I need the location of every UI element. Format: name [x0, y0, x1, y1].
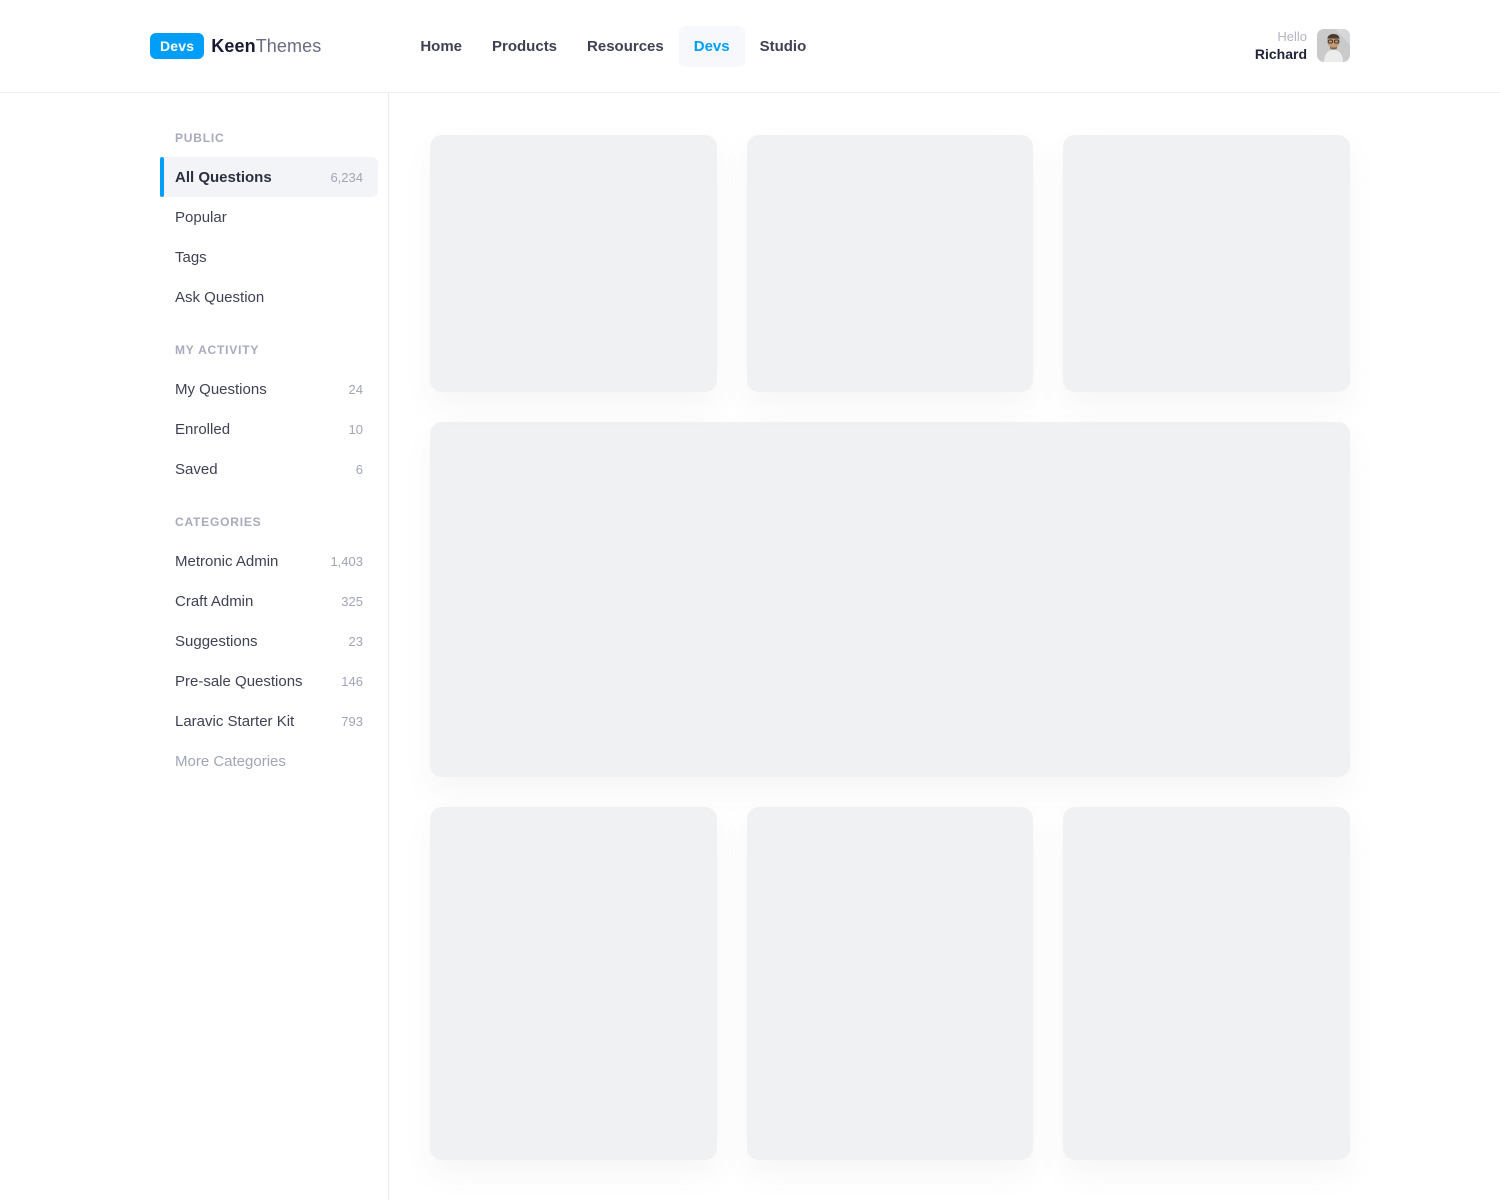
user-name: Richard	[1255, 46, 1307, 63]
sidebar-item-label: Popular	[175, 209, 227, 226]
nav-item-studio[interactable]: Studio	[745, 26, 822, 67]
nav-item-home[interactable]: Home	[405, 26, 477, 67]
sidebar-item-label: Pre-sale Questions	[175, 673, 303, 690]
sidebar-item-pre-sale-questions[interactable]: Pre-sale Questions 146	[160, 661, 378, 701]
sidebar-item-count: 146	[341, 674, 363, 689]
sidebar-item-my-questions[interactable]: My Questions 24	[160, 369, 378, 409]
sidebar-item-label: More Categories	[175, 753, 286, 770]
sidebar-item-label: All Questions	[175, 169, 272, 186]
sidebar-item-more-categories[interactable]: More Categories	[160, 741, 378, 781]
sidebar-item-label: Laravic Starter Kit	[175, 713, 294, 730]
placeholder-card	[430, 135, 717, 392]
sidebar-item-count: 6,234	[330, 170, 363, 185]
sidebar: PUBLIC All Questions 6,234 Popular Tags …	[160, 93, 389, 1200]
sidebar-item-count: 6	[356, 462, 363, 477]
user-avatar[interactable]	[1317, 29, 1350, 62]
placeholder-card-featured	[430, 422, 1350, 777]
sidebar-item-label: Metronic Admin	[175, 553, 278, 570]
main-content	[389, 93, 1500, 1200]
sidebar-section-my-activity: MY ACTIVITY My Questions 24 Enrolled 10 …	[160, 343, 388, 489]
sidebar-item-count: 23	[349, 634, 363, 649]
placeholder-card	[430, 807, 717, 1160]
placeholder-row-bottom	[430, 807, 1350, 1160]
sidebar-section-title: CATEGORIES	[160, 515, 378, 529]
sidebar-item-label: My Questions	[175, 381, 267, 398]
devs-logo-badge: Devs	[150, 33, 204, 59]
page-layout: PUBLIC All Questions 6,234 Popular Tags …	[0, 93, 1500, 1200]
sidebar-section-title: PUBLIC	[160, 131, 378, 145]
sidebar-item-saved[interactable]: Saved 6	[160, 449, 378, 489]
placeholder-card	[747, 135, 1034, 392]
brand-text-light: Themes	[256, 36, 322, 56]
sidebar-section-title: MY ACTIVITY	[160, 343, 378, 357]
nav-item-devs[interactable]: Devs	[679, 26, 745, 67]
sidebar-item-label: Ask Question	[175, 289, 264, 306]
sidebar-item-popular[interactable]: Popular	[160, 197, 378, 237]
sidebar-item-metronic-admin[interactable]: Metronic Admin 1,403	[160, 541, 378, 581]
placeholder-card	[1063, 807, 1350, 1160]
sidebar-item-count: 10	[349, 422, 363, 437]
sidebar-item-ask-question[interactable]: Ask Question	[160, 277, 378, 317]
user-menu[interactable]: Hello Richard	[1255, 29, 1350, 63]
sidebar-item-label: Craft Admin	[175, 593, 253, 610]
nav-item-products[interactable]: Products	[477, 26, 572, 67]
sidebar-section-categories: CATEGORIES Metronic Admin 1,403 Craft Ad…	[160, 515, 388, 781]
brand-logo[interactable]: Devs KeenThemes	[150, 33, 321, 59]
sidebar-item-count: 24	[349, 382, 363, 397]
user-greeting: Hello	[1255, 29, 1307, 45]
sidebar-item-label: Saved	[175, 461, 218, 478]
main-nav: Home Products Resources Devs Studio	[405, 26, 821, 67]
sidebar-item-craft-admin[interactable]: Craft Admin 325	[160, 581, 378, 621]
sidebar-item-count: 325	[341, 594, 363, 609]
sidebar-section-public: PUBLIC All Questions 6,234 Popular Tags …	[160, 131, 388, 317]
sidebar-item-tags[interactable]: Tags	[160, 237, 378, 277]
user-text: Hello Richard	[1255, 29, 1307, 63]
sidebar-item-laravic-starter-kit[interactable]: Laravic Starter Kit 793	[160, 701, 378, 741]
sidebar-item-all-questions[interactable]: All Questions 6,234	[160, 157, 378, 197]
sidebar-item-label: Enrolled	[175, 421, 230, 438]
sidebar-item-count: 793	[341, 714, 363, 729]
brand-text-bold: Keen	[211, 36, 255, 56]
sidebar-item-count: 1,403	[330, 554, 363, 569]
sidebar-item-enrolled[interactable]: Enrolled 10	[160, 409, 378, 449]
sidebar-item-label: Tags	[175, 249, 207, 266]
top-header: Devs KeenThemes Home Products Resources …	[0, 0, 1500, 93]
placeholder-row-top	[430, 135, 1350, 392]
brand-text: KeenThemes	[211, 36, 321, 57]
nav-item-resources[interactable]: Resources	[572, 26, 679, 67]
sidebar-item-label: Suggestions	[175, 633, 258, 650]
sidebar-item-suggestions[interactable]: Suggestions 23	[160, 621, 378, 661]
placeholder-card	[747, 807, 1034, 1160]
placeholder-card	[1063, 135, 1350, 392]
